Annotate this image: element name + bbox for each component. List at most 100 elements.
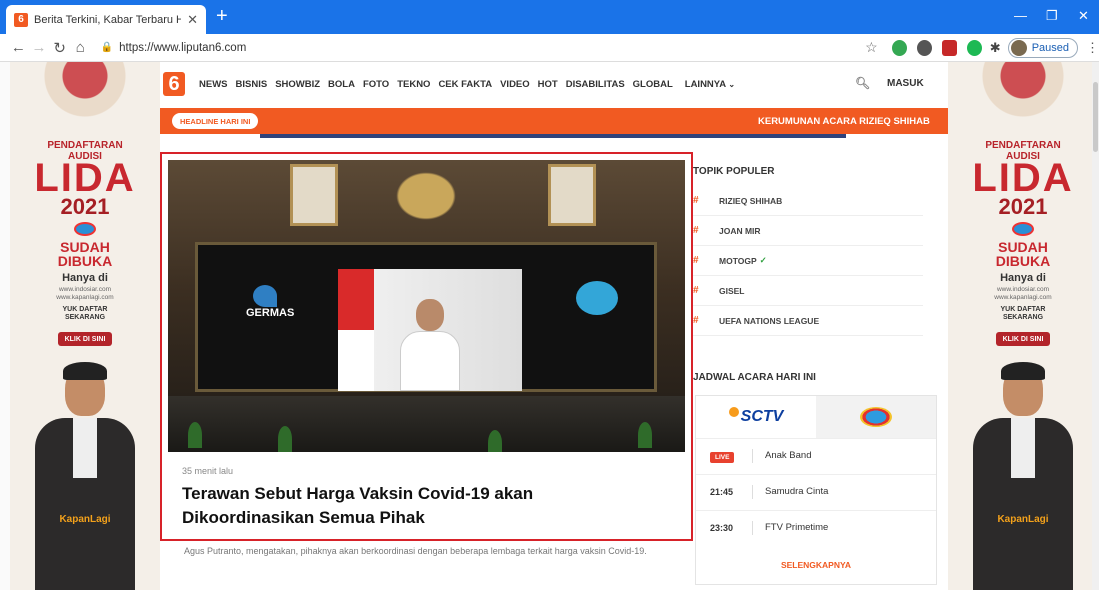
profile-button[interactable]: Paused bbox=[1007, 37, 1079, 58]
restore-icon[interactable]: ❐ bbox=[1046, 8, 1058, 24]
topic-item[interactable]: # RIZIEQ SHIHAB bbox=[693, 186, 923, 216]
extension-icon-2[interactable] bbox=[916, 39, 932, 56]
ad-person-image bbox=[973, 362, 1073, 590]
close-window-icon[interactable]: ✕ bbox=[1078, 8, 1089, 24]
divider bbox=[260, 134, 846, 138]
profile-status: Paused bbox=[1031, 41, 1070, 54]
home-icon[interactable]: ⌂ bbox=[70, 39, 91, 56]
browser-toolbar: ← → ↻ ⌂ 🔒 https://www.liputan6.com ☆ ✱ P… bbox=[0, 34, 1099, 62]
program-name: Anak Band bbox=[765, 450, 812, 461]
live-badge: LIVE bbox=[710, 451, 735, 463]
selengkapnya-link[interactable]: SELENGKAPNYA bbox=[696, 560, 936, 570]
avatar bbox=[1010, 39, 1027, 56]
chevron-down-icon: ⌄ bbox=[728, 79, 736, 89]
forward-arrow-icon[interactable]: → bbox=[29, 39, 50, 56]
nav-lainnya[interactable]: LAINNYA ⌄ bbox=[685, 79, 735, 90]
hash-icon: # bbox=[693, 285, 699, 296]
extensions-puzzle-icon[interactable]: ✱ bbox=[990, 40, 1001, 56]
ad-urls: www.indosiar.com www.kapanlagi.com bbox=[56, 286, 114, 301]
ad-hanya-di: Hanya di bbox=[1000, 272, 1046, 284]
topic-item[interactable]: # JOAN MIR bbox=[693, 216, 923, 246]
ad-klik-button[interactable]: KLIK DI SINI bbox=[996, 332, 1050, 346]
indosiar-logo-icon bbox=[860, 407, 892, 427]
headline-tag: HEADLINE HARI INI bbox=[172, 113, 259, 129]
schedule-row[interactable]: LIVE Anak Band bbox=[696, 438, 936, 472]
url-text: https://www.liputan6.com bbox=[119, 41, 247, 54]
hash-icon: # bbox=[693, 315, 699, 326]
ad-yuk-daftar: YUK DAFTAR SEKARANG bbox=[62, 306, 108, 321]
schedule-widget: SCTV LIVE Anak Band 21:45 Samudra Cinta … bbox=[695, 395, 937, 585]
tab-indosiar[interactable] bbox=[816, 396, 936, 438]
reload-icon[interactable]: ↻ bbox=[49, 39, 70, 57]
ad-ornament bbox=[948, 62, 1098, 132]
schedule-row[interactable]: 21:45 Samudra Cinta bbox=[696, 474, 936, 508]
site-content: 6 NEWS BISNIS SHOWBIZ BOLA FOTO TEKNO CE… bbox=[160, 62, 948, 590]
article-title[interactable]: Terawan Sebut Harga Vaksin Covid-19 akan… bbox=[182, 482, 652, 530]
nav-cek-fakta[interactable]: CEK FAKTA bbox=[438, 79, 492, 90]
schedule-row[interactable]: 23:30 FTV Primetime bbox=[696, 510, 936, 544]
featured-article[interactable]: GERMAS 35 menit lalu Terawan Sebut Harga… bbox=[160, 152, 693, 541]
article-excerpt: Agus Putranto, mengatakan, pihaknya akan… bbox=[184, 546, 647, 556]
topic-item[interactable]: # UEFA NATIONS LEAGUE bbox=[693, 306, 923, 336]
nav-showbiz[interactable]: SHOWBIZ bbox=[275, 79, 320, 90]
headline-bar: HEADLINE HARI INI KERUMUNAN ACARA RIZIEQ… bbox=[160, 108, 948, 134]
login-button[interactable]: MASUK bbox=[887, 78, 924, 89]
back-arrow-icon[interactable]: ← bbox=[8, 39, 29, 56]
hash-icon: # bbox=[693, 225, 699, 236]
close-tab-icon[interactable]: ✕ bbox=[187, 12, 198, 28]
scroll-thumb[interactable] bbox=[1093, 82, 1098, 152]
ad-lida-logo: LIDA bbox=[972, 156, 1074, 200]
program-time: 21:45 bbox=[710, 486, 734, 497]
article-time: 35 menit lalu bbox=[182, 466, 234, 476]
ad-hanya-di: Hanya di bbox=[62, 272, 108, 284]
tab-sctv[interactable]: SCTV bbox=[696, 396, 816, 438]
nav-tekno[interactable]: TEKNO bbox=[397, 79, 430, 90]
search-icon[interactable]: 🔍︎ bbox=[855, 76, 870, 90]
program-name: Samudra Cinta bbox=[765, 486, 829, 497]
ad-skyscraper-right[interactable]: PENDAFTARAN AUDISI LIDA 2021 SUDAH DIBUK… bbox=[948, 62, 1098, 590]
nav-bisnis[interactable]: BISNIS bbox=[236, 79, 268, 90]
indosiar-logo-icon bbox=[1012, 222, 1034, 236]
page-scrollbar[interactable] bbox=[1092, 62, 1099, 590]
extension-icon-4[interactable] bbox=[966, 39, 982, 56]
new-tab-plus-icon[interactable]: + bbox=[216, 6, 228, 26]
sctv-logo-icon bbox=[728, 407, 739, 417]
ad-brand-logo: KapanLagi bbox=[997, 514, 1049, 525]
nav-hot[interactable]: HOT bbox=[538, 79, 558, 90]
liputan6-logo[interactable]: 6 bbox=[163, 72, 185, 96]
headline-ticker[interactable]: KERUMUNAN ACARA RIZIEQ SHIHAB bbox=[758, 116, 930, 127]
topic-item[interactable]: # GISEL bbox=[693, 276, 923, 306]
ad-skyscraper-left[interactable]: PENDAFTARAN AUDISI LIDA 2021 SUDAH DIBUK… bbox=[10, 62, 160, 590]
germas-text: GERMAS bbox=[246, 307, 295, 319]
nav-global[interactable]: GLOBAL bbox=[633, 79, 673, 90]
extension-icon-1[interactable] bbox=[891, 39, 907, 56]
hash-icon: # bbox=[693, 255, 699, 266]
nav-foto[interactable]: FOTO bbox=[363, 79, 389, 90]
site-favicon-icon: 6 bbox=[14, 12, 28, 27]
ad-year: 2021 bbox=[60, 194, 110, 219]
topic-item[interactable]: # MOTOGP ✓ bbox=[693, 246, 923, 276]
ad-urls: www.indosiar.com www.kapanlagi.com bbox=[994, 286, 1052, 301]
menu-kebab-icon[interactable]: ⋮ bbox=[1086, 40, 1099, 56]
indosiar-logo-icon bbox=[74, 222, 96, 236]
ad-klik-button[interactable]: KLIK DI SINI bbox=[58, 332, 112, 346]
nav-disabilitas[interactable]: DISABILITAS bbox=[566, 79, 625, 90]
extension-icon-3[interactable] bbox=[941, 39, 957, 56]
nav-video[interactable]: VIDEO bbox=[500, 79, 530, 90]
minimize-icon[interactable]: — bbox=[1014, 8, 1027, 23]
nav-bola[interactable]: BOLA bbox=[328, 79, 355, 90]
ad-yuk-daftar: YUK DAFTAR SEKARANG bbox=[1000, 306, 1046, 321]
ad-sudah-dibuka: SUDAH DIBUKA bbox=[57, 239, 113, 269]
ad-lida-logo: LIDA bbox=[34, 156, 136, 200]
topik-populer-title: TOPIK POPULER bbox=[693, 166, 775, 177]
address-bar[interactable]: 🔒 https://www.liputan6.com bbox=[101, 37, 796, 59]
browser-tab-active[interactable]: 6 Berita Terkini, Kabar Terbaru Hari Ini… bbox=[6, 5, 206, 34]
program-name: FTV Primetime bbox=[765, 522, 829, 533]
nav-news[interactable]: NEWS bbox=[199, 79, 228, 90]
tab-title: Berita Terkini, Kabar Terbaru Hari Ini bbox=[34, 13, 182, 26]
verified-check-icon: ✓ bbox=[759, 255, 767, 265]
page-viewport: PENDAFTARAN AUDISI LIDA 2021 SUDAH DIBUK… bbox=[0, 62, 1099, 590]
bookmark-star-icon[interactable]: ☆ bbox=[865, 39, 878, 56]
article-hero-image[interactable]: GERMAS bbox=[168, 160, 685, 452]
ad-year: 2021 bbox=[998, 194, 1048, 219]
